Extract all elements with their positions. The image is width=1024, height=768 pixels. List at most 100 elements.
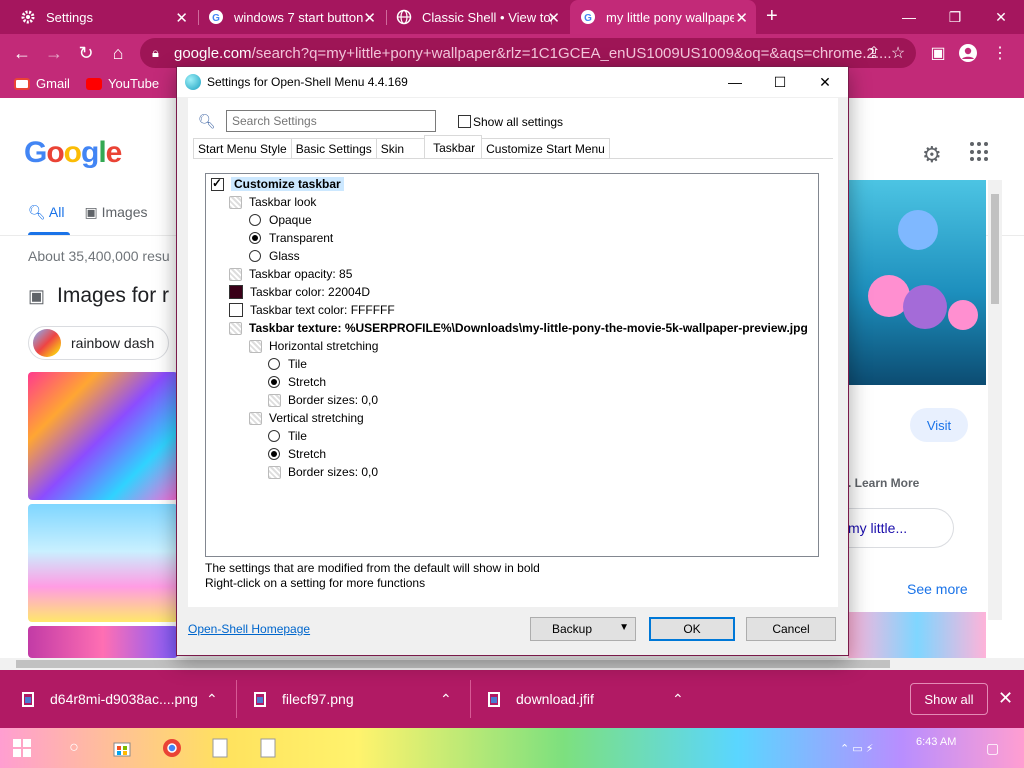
tab-images[interactable]: ▣ Images (84, 204, 147, 221)
radio-button[interactable] (249, 232, 261, 244)
scrollbar-thumb[interactable] (16, 660, 890, 668)
download-item[interactable]: download.jfif ⌃ (488, 670, 698, 728)
tab-all[interactable]: 🔍︎ All (28, 204, 64, 221)
forward-icon[interactable]: → (42, 41, 66, 65)
chevron-up-icon[interactable]: ⌃ (440, 691, 452, 708)
close-tab-icon[interactable]: ✕ (175, 9, 188, 27)
settings-gear-icon[interactable]: ⚙ (922, 142, 942, 168)
file-icon[interactable] (208, 736, 232, 760)
share-icon[interactable]: ⇪ (862, 41, 886, 65)
reload-icon[interactable]: ↻ (74, 41, 98, 65)
show-all-downloads-button[interactable]: Show all (910, 683, 988, 715)
bookmark-gmail[interactable]: Gmail (14, 76, 70, 91)
horizontal-scrollbar[interactable] (0, 658, 1024, 670)
bookmark-star-icon[interactable]: ☆ (886, 41, 910, 65)
download-item[interactable]: d64r8mi-d9038ac....png ⌃ (22, 670, 232, 728)
radio-button[interactable] (268, 430, 280, 442)
close-window-icon[interactable]: ✕ (978, 0, 1024, 34)
browser-tab-mlp[interactable]: G my little pony wallpape ✕ (570, 0, 756, 34)
tab-taskbar[interactable]: Taskbar (424, 135, 483, 158)
tray-icons[interactable]: ⌃ ▭ ⚡︎ (840, 742, 873, 755)
download-item[interactable]: filecf97.png ⌃ (254, 670, 464, 728)
menu-kebab-icon[interactable]: ⋮ (988, 41, 1012, 65)
tree-item[interactable]: Stretch (268, 373, 326, 391)
tree-item[interactable]: Transparent (249, 229, 333, 247)
search-icon[interactable]: ○ (62, 736, 86, 760)
cancel-button[interactable]: Cancel (746, 617, 836, 641)
image-thumbnail[interactable] (848, 612, 986, 658)
open-shell-homepage-link[interactable]: Open-Shell Homepage (188, 622, 310, 636)
tree-item[interactable]: Glass (249, 247, 300, 265)
restore-icon[interactable]: ❐ (932, 0, 978, 34)
chevron-up-icon[interactable]: ⌃ (672, 691, 684, 708)
chip-rainbow-dash[interactable]: rainbow dash (28, 326, 170, 360)
related-search-chip[interactable]: my little... (840, 508, 954, 548)
close-icon[interactable]: ✕ (802, 67, 848, 97)
store-icon[interactable] (110, 736, 134, 760)
image-thumbnail[interactable] (28, 372, 178, 500)
vertical-scrollbar[interactable] (988, 180, 1002, 620)
show-all-settings-checkbox[interactable] (458, 115, 471, 128)
close-tab-icon[interactable]: ✕ (735, 9, 748, 27)
dialog-titlebar[interactable]: Settings for Open-Shell Menu 4.4.169 — ☐… (177, 67, 848, 97)
tab-basic-settings[interactable]: Basic Settings (290, 138, 377, 158)
tab-start-menu-style[interactable]: Start Menu Style (193, 138, 292, 158)
tree-item[interactable]: Taskbar color: 22004D (229, 283, 370, 301)
apps-grid-icon[interactable] (970, 142, 990, 162)
tab-skin[interactable]: Skin (375, 138, 426, 158)
image-thumbnail[interactable] (28, 626, 178, 658)
learn-more-link[interactable]: . Learn More (848, 476, 919, 490)
tree-item[interactable]: Customize taskbar (211, 175, 344, 193)
start-button-icon[interactable] (10, 736, 34, 760)
images-header[interactable]: ▣ Images for r (28, 284, 169, 308)
tree-item[interactable]: Tile (268, 427, 307, 445)
tab-customize-start-menu[interactable]: Customize Start Menu (481, 138, 610, 158)
image-thumbnail[interactable] (28, 504, 178, 622)
chevron-up-icon[interactable]: ⌃ (206, 691, 218, 708)
search-settings-input[interactable] (226, 110, 436, 132)
radio-button[interactable] (249, 250, 261, 262)
tree-item[interactable]: Opaque (249, 211, 312, 229)
tree-item[interactable]: Stretch (268, 445, 326, 463)
clock-time[interactable]: 6:43 AM (916, 736, 956, 748)
browser-tab-settings[interactable]: Settings ✕ (10, 0, 196, 34)
close-downloads-icon[interactable]: ✕ (998, 688, 1013, 709)
tree-item[interactable]: Taskbar look (229, 193, 316, 211)
browser-tab-windows7[interactable]: G windows 7 start button ✕ (198, 0, 384, 34)
minimize-icon[interactable]: — (886, 0, 932, 34)
google-logo[interactable]: Google (24, 136, 122, 170)
minimize-icon[interactable]: — (712, 67, 758, 97)
side-panel-icon[interactable]: ▣ (926, 41, 950, 65)
chrome-icon[interactable] (160, 736, 184, 760)
tree-item[interactable]: Vertical stretching (249, 409, 364, 427)
image-preview[interactable] (848, 180, 986, 385)
close-tab-icon[interactable]: ✕ (363, 9, 376, 27)
bookmark-youtube[interactable]: YouTube (86, 76, 159, 91)
tree-item[interactable]: Taskbar opacity: 85 (229, 265, 352, 283)
address-bar[interactable]: 🔒︎ google.com/search?q=my+little+pony+wa… (140, 38, 916, 68)
backup-button[interactable]: Backup ▼ (530, 617, 636, 641)
tree-item[interactable]: Tile (268, 355, 307, 373)
tree-item[interactable]: Border sizes: 0,0 (268, 463, 378, 481)
close-tab-icon[interactable]: ✕ (547, 9, 560, 27)
maximize-icon[interactable]: ☐ (757, 67, 803, 97)
radio-button[interactable] (268, 376, 280, 388)
tree-item[interactable]: Horizontal stretching (249, 337, 378, 355)
visit-button[interactable]: Visit (910, 408, 968, 442)
browser-tab-classic-shell[interactable]: Classic Shell • View top ✕ (386, 0, 568, 34)
scrollbar-thumb[interactable] (991, 194, 999, 304)
radio-button[interactable] (249, 214, 261, 226)
radio-button[interactable] (268, 448, 280, 460)
home-icon[interactable]: ⌂ (106, 41, 130, 65)
back-icon[interactable]: ← (10, 41, 34, 65)
tree-item[interactable]: Taskbar texture: %USERPROFILE%\Downloads… (229, 319, 808, 337)
file-icon[interactable] (256, 736, 280, 760)
tree-item[interactable]: Taskbar text color: FFFFFF (229, 301, 395, 319)
new-tab-button[interactable]: + (766, 5, 778, 28)
tree-item[interactable]: Border sizes: 0,0 (268, 391, 378, 409)
radio-button[interactable] (268, 358, 280, 370)
ok-button[interactable]: OK (649, 617, 735, 641)
notification-icon[interactable]: ▢ (986, 740, 999, 757)
profile-icon[interactable] (956, 41, 980, 65)
checkbox[interactable] (211, 176, 224, 191)
